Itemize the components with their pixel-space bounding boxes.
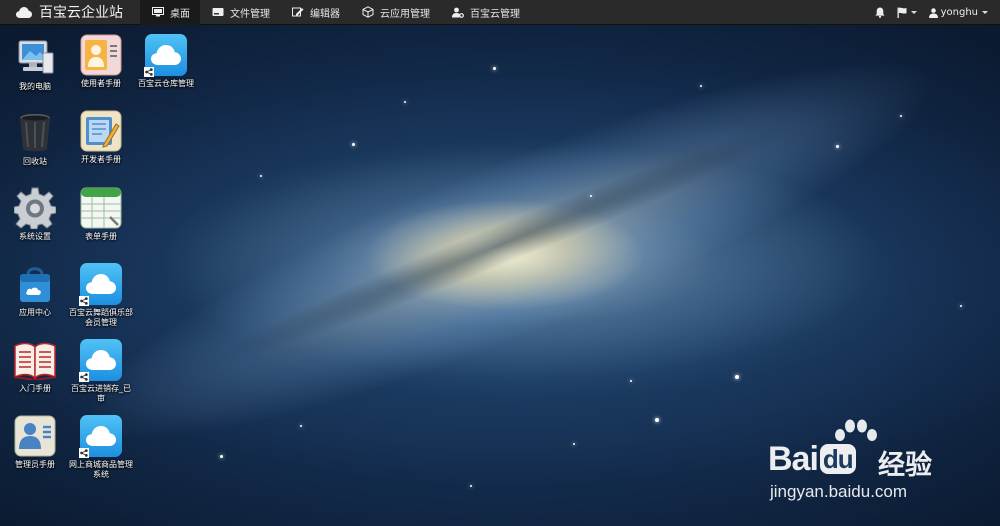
nav-tab-editor[interactable]: 编辑器 <box>280 0 350 25</box>
star <box>735 375 739 379</box>
user-gear-icon <box>452 7 464 18</box>
desktop-icon-dance-club-app[interactable]: 百宝云舞蹈俱乐部会员管理 <box>68 262 134 328</box>
nav-tab-label: 百宝云管理 <box>470 8 520 20</box>
share-icon <box>79 372 89 382</box>
cloud-logo-icon <box>16 6 32 18</box>
desktop-icon-form-manual[interactable]: 表单手册 <box>68 186 134 242</box>
icon-label: 百宝云仓库管理 <box>138 79 194 88</box>
desktop-icon-admin-manual[interactable]: 管理员手册 <box>2 414 68 470</box>
share-icon <box>79 296 89 306</box>
desktop-icon-warehouse-app[interactable]: 百宝云仓库管理 <box>133 33 199 89</box>
bell-icon <box>874 7 885 18</box>
icon-label: 使用者手册 <box>81 79 121 88</box>
desktop-icon-my-computer[interactable]: 我的电脑 <box>2 36 68 92</box>
computer-icon <box>13 36 57 80</box>
icon-label: 网上商城商品管理系统 <box>69 460 133 479</box>
desktop-icon-app-center[interactable]: 应用中心 <box>2 262 68 318</box>
user-icon <box>928 7 938 18</box>
nav-tab-cloud-app-manager[interactable]: 云应用管理 <box>350 0 440 25</box>
brand[interactable]: 百宝云企业站 <box>0 0 140 25</box>
flag-icon <box>897 7 907 18</box>
cloud-app-icon <box>79 414 123 458</box>
star <box>900 115 902 117</box>
star <box>260 175 262 177</box>
nav-tab-label: 文件管理 <box>230 8 270 20</box>
admin-manual-icon <box>13 414 57 458</box>
watermark-url: jingyan.baidu.com <box>770 482 908 501</box>
star <box>352 143 355 146</box>
edit-icon <box>292 7 304 17</box>
cube-icon <box>362 6 374 18</box>
cloud-app-icon <box>79 338 123 382</box>
username: yonghu <box>940 7 978 18</box>
trash-icon <box>13 111 57 155</box>
spreadsheet-icon <box>79 186 123 230</box>
developer-manual-icon <box>79 109 123 153</box>
chevron-down-icon <box>982 11 988 14</box>
gear-icon <box>13 186 57 230</box>
share-icon <box>79 448 89 458</box>
flag-menu-button[interactable] <box>891 0 923 25</box>
cloud-app-icon <box>144 33 188 77</box>
share-icon <box>144 67 154 77</box>
icon-label: 系统设置 <box>19 232 51 241</box>
desktop-icon-user-manual[interactable]: 使用者手册 <box>68 33 134 89</box>
star <box>404 101 406 103</box>
icon-label: 入门手册 <box>19 384 51 393</box>
icon-label: 回收站 <box>23 157 47 166</box>
nav-tab-desktop[interactable]: 桌面 <box>140 0 200 25</box>
hdd-icon <box>212 7 224 17</box>
nav-tab-label: 云应用管理 <box>380 8 430 20</box>
star <box>630 380 632 382</box>
book-icon <box>13 338 57 382</box>
watermark-brand: Bai du <box>768 440 856 479</box>
star <box>655 418 659 422</box>
brand-title: 百宝云企业站 <box>39 5 123 21</box>
monitor-icon <box>152 7 164 17</box>
star <box>493 67 496 70</box>
icon-label: 百宝云进销存_已审 <box>71 384 131 403</box>
icon-label: 开发者手册 <box>81 155 121 164</box>
star <box>470 485 472 487</box>
desktop-icon-online-mall-app[interactable]: 网上商城商品管理系统 <box>68 414 134 480</box>
desktop-icon-getting-started[interactable]: 入门手册 <box>2 338 68 394</box>
icon-label: 管理员手册 <box>15 460 55 469</box>
icon-label: 应用中心 <box>19 308 51 317</box>
user-menu-button[interactable]: yonghu <box>923 0 1000 25</box>
top-navbar: 百宝云企业站 桌面 文件管理 编辑器 云应用管理 百宝云管理 yonghu <box>0 0 1000 25</box>
star <box>836 145 839 148</box>
desktop-icon-system-settings[interactable]: 系统设置 <box>2 186 68 242</box>
nav-tab-file-manager[interactable]: 文件管理 <box>200 0 280 25</box>
app-store-icon <box>13 262 57 306</box>
icon-label: 表单手册 <box>85 232 117 241</box>
desktop-icon-recycle-bin[interactable]: 回收站 <box>2 111 68 167</box>
nav-tab-label: 编辑器 <box>310 8 340 20</box>
star <box>573 443 575 445</box>
desktop-icon-developer-manual[interactable]: 开发者手册 <box>68 109 134 165</box>
star <box>700 85 702 87</box>
icon-label: 我的电脑 <box>19 82 51 91</box>
icon-label: 百宝云舞蹈俱乐部会员管理 <box>69 308 133 327</box>
baidu-jingyan-watermark: Bai du 经验 jingyan.baidu.com <box>768 418 968 508</box>
topbar-right: yonghu <box>869 0 1000 25</box>
cloud-app-icon <box>79 262 123 306</box>
star <box>300 425 302 427</box>
star <box>590 195 592 197</box>
notifications-button[interactable] <box>869 0 891 25</box>
user-manual-icon <box>79 33 123 77</box>
star <box>220 455 223 458</box>
watermark-cn: 经验 <box>878 450 932 481</box>
nav-tab-label: 桌面 <box>170 8 190 20</box>
nav-tab-baibaoyun-manager[interactable]: 百宝云管理 <box>440 0 530 25</box>
chevron-down-icon <box>910 11 917 14</box>
star <box>960 305 962 307</box>
desktop-icon-inventory-app[interactable]: 百宝云进销存_已审 <box>68 338 134 404</box>
